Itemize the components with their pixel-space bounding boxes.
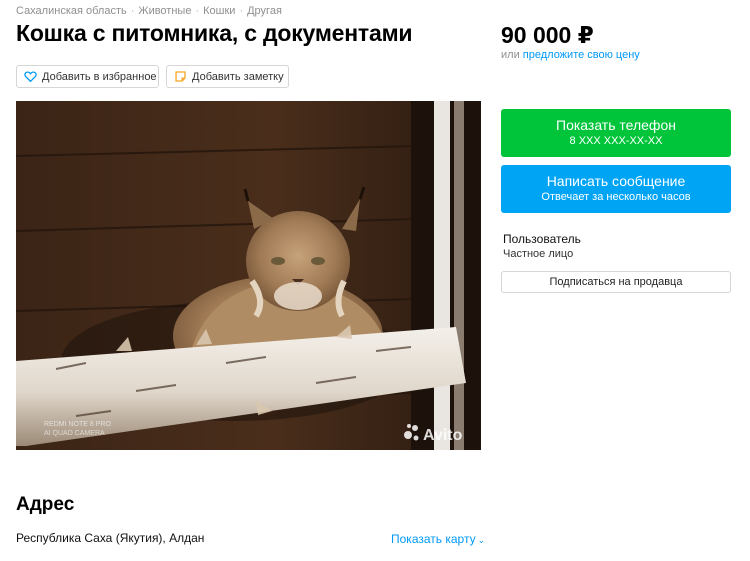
add-to-favorites-button[interactable]: Добавить в избранное	[16, 65, 159, 88]
breadcrumb-item-region[interactable]: Сахалинская область	[16, 5, 127, 17]
seller-type: Частное лицо	[503, 248, 574, 260]
breadcrumb-separator: ·	[195, 5, 200, 17]
price-offer-prefix: или	[501, 49, 520, 61]
camera-watermark-line2: AI QUAD CAMERA	[44, 430, 105, 437]
breadcrumb-item-cats[interactable]: Кошки	[203, 5, 235, 17]
breadcrumb-item-animals[interactable]: Животные	[138, 5, 191, 17]
breadcrumb-item-other[interactable]: Другая	[247, 5, 282, 17]
add-note-button[interactable]: Добавить заметку	[166, 65, 289, 88]
listing-photo[interactable]: REDMI NOTE 8 PRO AI QUAD CAMERA Avito	[16, 101, 481, 450]
send-message-button[interactable]: Написать сообщение Отвечает за несколько…	[501, 165, 731, 213]
add-to-favorites-label: Добавить в избранное	[42, 70, 157, 83]
add-note-label: Добавить заметку	[192, 70, 284, 83]
listing-actions: Добавить в избранное Добавить заметку	[16, 65, 289, 88]
show-phone-label: Показать телефон	[556, 117, 676, 133]
page-title: Кошка с питомника, с документами	[16, 20, 413, 46]
lynx-photo-image: REDMI NOTE 8 PRO AI QUAD CAMERA Avito	[16, 101, 481, 450]
phone-number-masked: 8 XXX XXX-XX-XX	[569, 135, 663, 147]
breadcrumb: Сахалинская область · Животные · Кошки · Друга…	[16, 5, 282, 17]
show-map-label: Показать карту	[391, 532, 476, 546]
heart-icon	[24, 70, 37, 83]
address-heading: Адрес	[16, 494, 75, 515]
breadcrumb-separator: ·	[239, 5, 244, 17]
breadcrumb-separator: ·	[130, 5, 135, 17]
seller-name[interactable]: Пользователь	[503, 232, 581, 246]
price-offer: или предложите свою цену	[501, 49, 640, 61]
subscribe-seller-button[interactable]: Подписаться на продавца	[501, 271, 731, 293]
note-icon	[174, 70, 187, 83]
chevron-down-icon: ⌄	[477, 535, 486, 545]
camera-watermark-line1: REDMI NOTE 8 PRO	[44, 421, 111, 428]
show-map-link[interactable]: Показать карту ⌄	[391, 532, 485, 546]
show-phone-button[interactable]: Показать телефон 8 XXX XXX-XX-XX	[501, 109, 731, 157]
send-message-label: Написать сообщение	[546, 173, 686, 189]
response-time: Отвечает за несколько часов	[541, 191, 691, 203]
address-text: Республика Саха (Якутия), Алдан	[16, 531, 205, 545]
offer-price-link[interactable]: предложите свою цену	[523, 49, 640, 61]
svg-text:Avito: Avito	[423, 427, 463, 444]
price: 90 000 ₽	[501, 22, 594, 48]
